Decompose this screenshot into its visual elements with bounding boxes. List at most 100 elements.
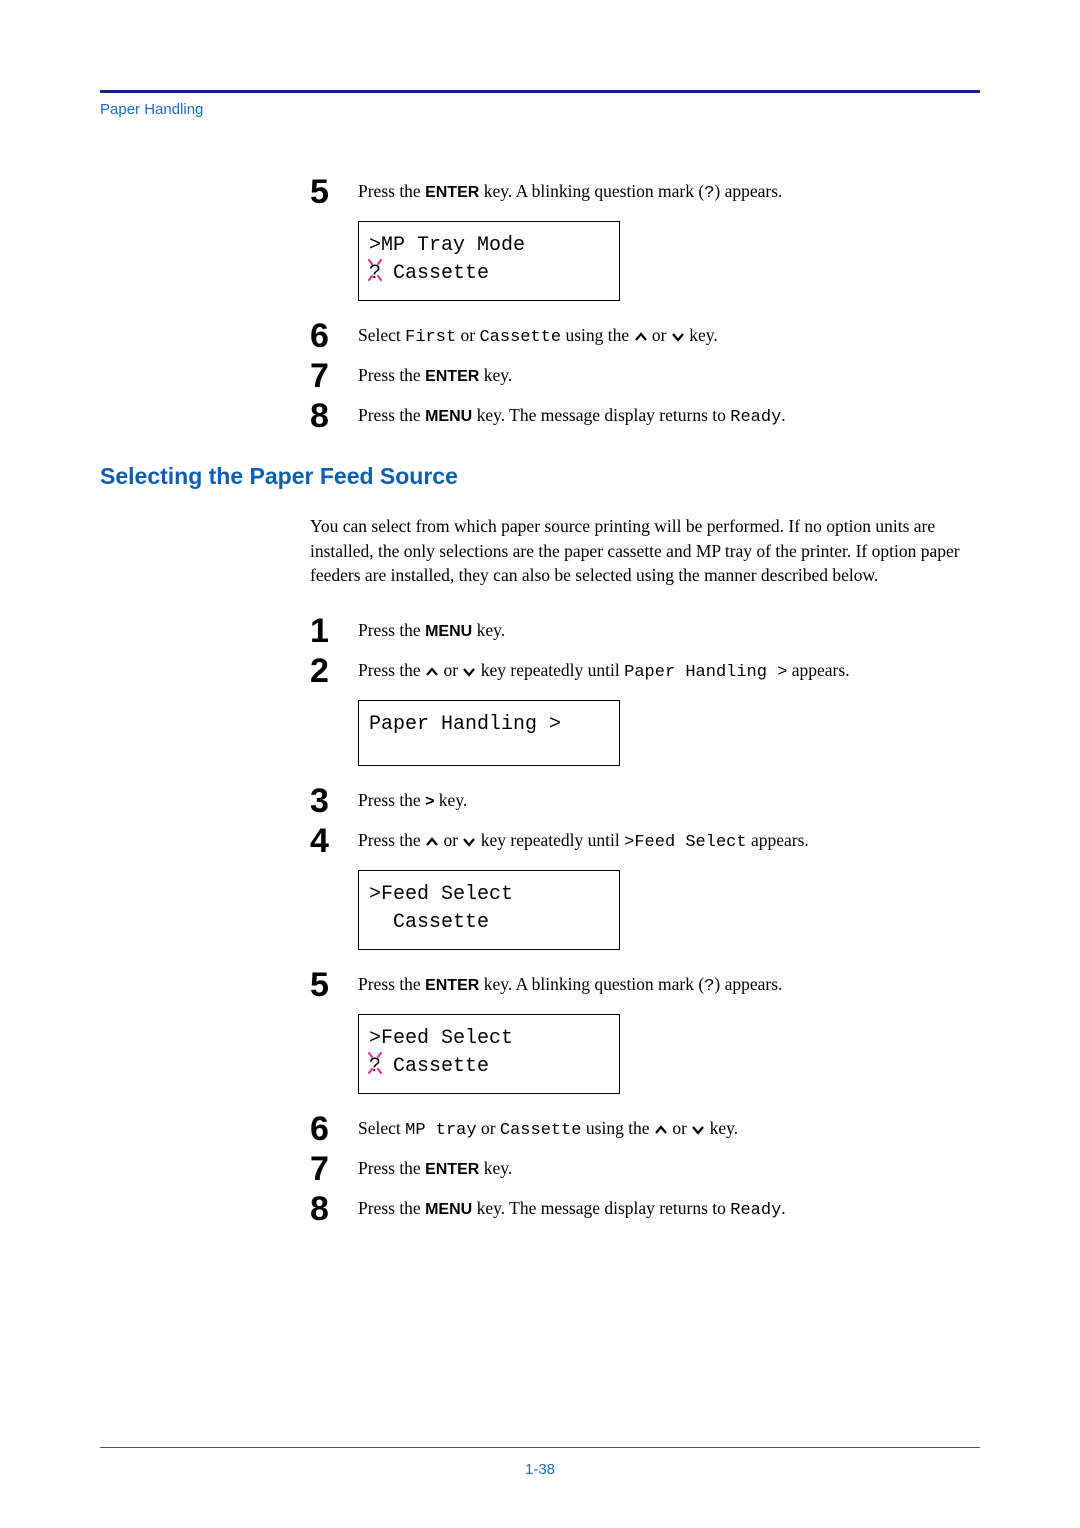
step-text: Press the or key repeatedly until Paper … (358, 652, 970, 686)
step-number: 4 (310, 822, 358, 858)
lcd-line-2: Cassette (369, 909, 609, 937)
step-text: Press the > key. (358, 782, 970, 813)
header-rule (100, 90, 980, 93)
step-number: 7 (310, 357, 358, 393)
step-7a: 7 Press the ENTER key. (310, 357, 970, 393)
key-menu: MENU (425, 623, 472, 640)
lcd-line-1: >Feed Select (369, 1025, 609, 1053)
t: key. (479, 365, 512, 385)
t: key. (434, 790, 467, 810)
t: key. The message display returns to (472, 1198, 730, 1218)
t: using the (561, 325, 633, 345)
t: key repeatedly until (476, 660, 624, 680)
t: Press the (358, 181, 425, 201)
status-ready: Ready (730, 1201, 781, 1220)
menu-paper-handling: Paper Handling > (624, 663, 787, 682)
step-5a: 5 Press the ENTER key. A blinking questi… (310, 173, 970, 209)
t: Press the (358, 790, 425, 810)
t: key. (705, 1118, 738, 1138)
running-header: Paper Handling (100, 101, 980, 118)
t: or (439, 830, 462, 850)
t: Press the (358, 1158, 425, 1178)
step-text: Press the MENU key. The message display … (358, 1190, 970, 1224)
key-enter: ENTER (425, 1161, 479, 1178)
step-text: Press the ENTER key. (358, 357, 970, 388)
t: key. A blinking question mark ( (479, 181, 704, 201)
lcd-display-mp-tray: >MP Tray Mode ? Cassette (358, 221, 620, 301)
t: using the (582, 1118, 654, 1138)
t: ) appears. (714, 181, 782, 201)
step-number: 5 (310, 966, 358, 1002)
status-ready: Ready (730, 408, 781, 427)
step-text: Press the ENTER key. A blinking question… (358, 966, 970, 1000)
t: Press the (358, 660, 425, 680)
t: Press the (358, 1198, 425, 1218)
t: Press the (358, 405, 425, 425)
t: key. The message display returns to (472, 405, 730, 425)
key-enter: ENTER (425, 184, 479, 201)
lcd-line-2: ? Cassette (369, 260, 609, 288)
t: Select (358, 325, 405, 345)
step-number: 6 (310, 317, 358, 353)
step-8b: 8 Press the MENU key. The message displa… (310, 1190, 970, 1226)
key-menu: MENU (425, 408, 472, 425)
intro-paragraph: You can select from which paper source p… (310, 514, 970, 588)
lcd-display-feed-select: >Feed Select Cassette (358, 870, 620, 950)
up-arrow-icon (425, 659, 439, 684)
option-cassette: Cassette (479, 328, 561, 347)
section-heading-feed-source: Selecting the Paper Feed Source (100, 463, 980, 490)
option-mp-tray: MP tray (405, 1121, 476, 1140)
footer-rule (100, 1447, 980, 1448)
step-number: 8 (310, 1190, 358, 1226)
document-page: Paper Handling 5 Press the ENTER key. A … (0, 0, 1080, 1290)
t: ) appears. (714, 974, 782, 994)
step-number: 7 (310, 1150, 358, 1186)
section-b-content: You can select from which paper source p… (310, 514, 970, 1226)
step-number: 5 (310, 173, 358, 209)
step-6b: 6 Select MP tray or Cassette using the o… (310, 1110, 970, 1146)
step-7b: 7 Press the ENTER key. (310, 1150, 970, 1186)
key-enter: ENTER (425, 977, 479, 994)
step-text: Press the or key repeatedly until >Feed … (358, 822, 970, 856)
step-text: Select First or Cassette using the or ke… (358, 317, 970, 351)
step-6a: 6 Select First or Cassette using the or … (310, 317, 970, 353)
up-arrow-icon (654, 1117, 668, 1142)
t: . (781, 1198, 785, 1218)
t: . (781, 405, 785, 425)
step-number: 2 (310, 652, 358, 688)
option-first: First (405, 328, 456, 347)
t: key repeatedly until (476, 830, 624, 850)
step-number: 8 (310, 397, 358, 433)
step-text: Press the MENU key. (358, 612, 970, 643)
t: Press the (358, 974, 425, 994)
t: or (648, 325, 671, 345)
step-number: 6 (310, 1110, 358, 1146)
t: Select (358, 1118, 405, 1138)
t: Press the (358, 365, 425, 385)
question-mark: ? (704, 977, 714, 996)
step-4b: 4 Press the or key repeatedly until >Fee… (310, 822, 970, 858)
section-a-steps: 5 Press the ENTER key. A blinking questi… (310, 173, 970, 433)
lcd-line-2: ? Cassette (369, 1053, 609, 1081)
lcd-display-paper-handling: Paper Handling > (358, 700, 620, 766)
key-menu: MENU (425, 1201, 472, 1218)
lcd-line-1: >MP Tray Mode (369, 232, 609, 260)
step-text: Press the ENTER key. (358, 1150, 970, 1181)
step-text: Press the MENU key. The message display … (358, 397, 970, 431)
step-number: 1 (310, 612, 358, 648)
step-5b: 5 Press the ENTER key. A blinking questi… (310, 966, 970, 1002)
menu-feed-select: >Feed Select (624, 833, 746, 852)
t: key. (479, 1158, 512, 1178)
t: appears. (747, 830, 809, 850)
key-enter: ENTER (425, 368, 479, 385)
step-8a: 8 Press the MENU key. The message displa… (310, 397, 970, 433)
t: appears. (787, 660, 849, 680)
step-1b: 1 Press the MENU key. (310, 612, 970, 648)
blinking-question-icon: ? (369, 1053, 381, 1081)
lcd-rest: Cassette (381, 262, 489, 285)
t: Press the (358, 830, 425, 850)
t: or (477, 1118, 500, 1138)
down-arrow-icon (691, 1117, 705, 1142)
t: or (439, 660, 462, 680)
up-arrow-icon (425, 829, 439, 854)
